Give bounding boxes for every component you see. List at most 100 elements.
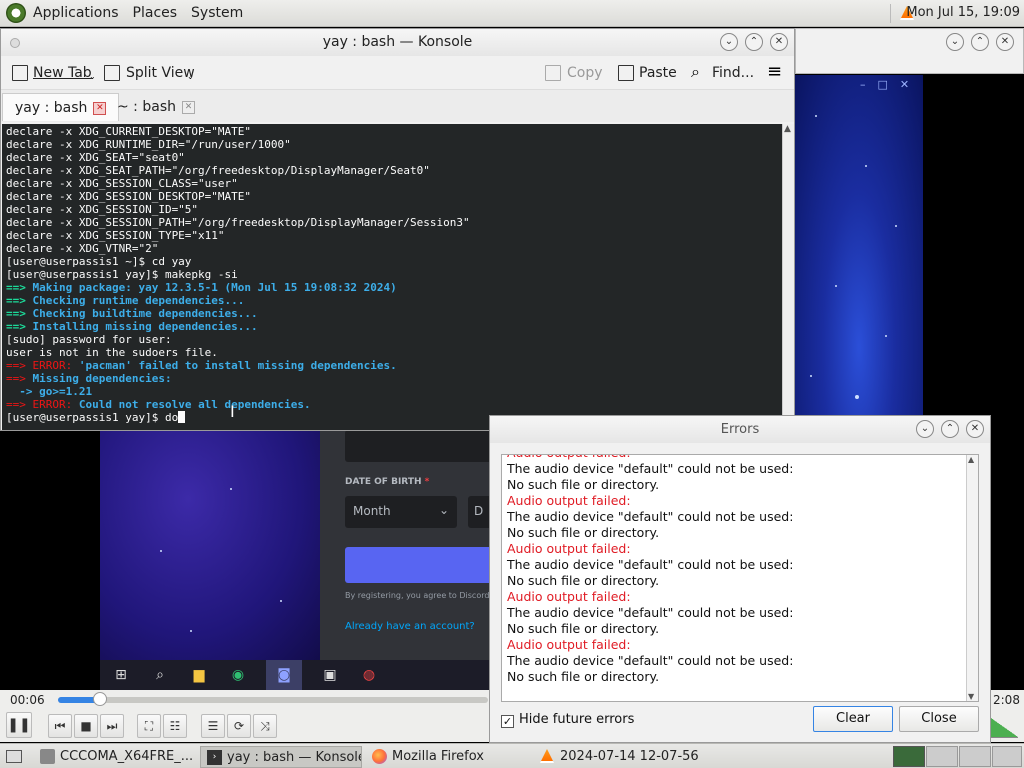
split-view-dropdown-icon[interactable]: ⌄ [187,72,194,81]
terminal-line: -> go>=1.21 [6,385,778,398]
terminal-prefix: ==> [6,307,26,320]
error-line: Audio output failed: [507,589,631,604]
terminal-line: declare -x XDG_SEAT="seat0" [6,151,778,164]
terminal-output[interactable]: declare -x XDG_CURRENT_DESKTOP="MATE" dec… [2,124,782,430]
copy-button[interactable]: Copy [567,65,603,81]
pause-button[interactable]: ❚❚ [6,712,32,738]
seek-handle[interactable] [93,692,107,706]
search-icon[interactable]: ⌕ [149,664,171,686]
menu-system[interactable]: System [184,5,250,21]
terminal-line: [sudo] password for user: [6,333,778,346]
continue-button[interactable] [345,547,495,583]
checkbox-checked-icon: ✓ [501,715,514,728]
dialog-title: Errors [720,422,760,437]
workspace-3[interactable] [959,746,991,767]
chevron-down-icon: ⌄ [438,503,449,517]
hide-future-errors-checkbox[interactable]: ✓ Hide future errors [501,712,634,728]
terminal-text: 'pacman' failed to install missing depen… [72,359,397,372]
maximize-icon[interactable]: ⌃ [941,420,959,438]
terminal-text: declare -x XDG_SESSION_TYPE="x11" [6,229,225,242]
tab-yay-bash[interactable]: yay : bash ✕ [2,93,120,121]
error-line: No such file or directory. [507,621,660,636]
seek-bar[interactable] [58,697,488,703]
error-line: No such file or directory. [507,477,660,492]
terminal-line: [user@userpassis1 ~]$ cd yay [6,255,778,268]
loop-button[interactable]: ⟳ [227,714,251,738]
taskbar-item-konsole[interactable]: › yay : bash — Konsole [200,746,362,768]
windows-start-icon[interactable]: ⊞ [110,664,132,686]
maximize-icon[interactable]: ⌃ [745,33,763,51]
find-button[interactable]: Find... [712,65,754,81]
panel-clock[interactable]: Mon Jul 15, 19:09 [906,5,1020,20]
error-line: Audio output failed: [507,493,631,508]
terminal-text: Missing dependencies: [25,372,172,385]
errors-titlebar[interactable]: Errors ⌄ ⌃ ✕ [490,416,990,443]
fullscreen-button[interactable]: ⛶ [137,714,161,738]
errors-list[interactable]: Audio output failed:The audio device "de… [501,454,979,702]
file-explorer-icon[interactable]: ▆ [188,664,210,686]
mate-logo-icon[interactable] [6,3,26,23]
error-line: Audio output failed: [507,541,631,556]
taskbar-item-files[interactable]: CCCOMA_X64FRE_... [34,746,196,768]
taskbar-item-firefox[interactable]: Mozilla Firefox [366,746,530,768]
folder-icon [40,749,55,764]
terminal-line: ==> Missing dependencies: [6,372,778,385]
month-select[interactable]: Month ⌄ [345,496,457,528]
maximize-icon[interactable]: ⌃ [971,33,989,51]
new-tab-dropdown-icon[interactable]: ⌄ [89,72,96,81]
split-view-button[interactable]: Split View [126,65,195,81]
konsole-titlebar[interactable]: yay : bash — Konsole ⌄ ⌃ ✕ [1,29,794,56]
new-tab-button[interactable]: New Tab [33,65,92,81]
shuffle-button[interactable]: ⤨ [253,714,277,738]
close-icon[interactable]: ✕ [966,420,984,438]
terminal-text: Making package: yay 12.3.5-1 (Mon Jul 15… [25,281,397,294]
errors-scrollbar[interactable]: ▲ ▼ [966,455,978,701]
taskbar-item-vlc[interactable]: 2024-07-14 12-07-56.... [534,746,698,768]
terminal-text: Checking runtime dependencies... [25,294,245,307]
workspace-4[interactable] [992,746,1022,767]
close-icon[interactable]: ✕ [996,33,1014,51]
total-time: 2:08 [993,693,1020,707]
volume-bar[interactable] [991,718,1018,738]
error-line: No such file or directory. [507,573,660,588]
terminal-line: ==> Checking buildtime dependencies... [6,307,778,320]
playlist-button[interactable]: ☰ [201,714,225,738]
stop-button[interactable]: ■ [74,714,98,738]
extended-settings-button[interactable]: ☷ [163,714,187,738]
terminal-text: declare -x XDG_RUNTIME_DIR="/run/user/10… [6,138,291,151]
clear-button[interactable]: Clear [813,706,893,732]
terminal-line: declare -x XDG_VTNR="2" [6,242,778,255]
minimize-icon[interactable]: ⌄ [916,420,934,438]
menu-places[interactable]: Places [126,5,185,21]
workspace-2[interactable] [926,746,958,767]
close-button[interactable]: Close [899,706,979,732]
show-desktop-icon[interactable] [6,750,22,763]
workspace-switcher[interactable] [893,746,925,767]
minimize-icon[interactable]: ⌄ [946,33,964,51]
terminal-cursor [178,411,186,423]
store-icon[interactable]: ▣ [319,664,341,686]
hamburger-menu-icon[interactable]: ≡ [767,61,782,82]
tab-close-icon[interactable]: ✕ [181,100,195,114]
terminal-line: ==> Making package: yay 12.3.5-1 (Mon Ju… [6,281,778,294]
next-button[interactable]: ⏭ [100,714,124,738]
terminal-text: [user@userpassis1 ~]$ cd yay [6,255,192,268]
window-menu-icon[interactable] [10,38,20,48]
edge-icon[interactable]: ◉ [227,664,249,686]
paste-button[interactable]: Paste [639,65,677,81]
terminal-text: declare -x XDG_SESSION_DESKTOP="MATE" [6,190,252,203]
login-link[interactable]: Already have an account? [345,621,475,632]
terminal-scrollbar[interactable]: ▲ ▼ [782,124,794,430]
minimize-icon[interactable]: ⌄ [720,33,738,51]
panel-separator [890,4,891,23]
discord-icon[interactable]: ◙ [266,660,302,690]
terminal-line: declare -x XDG_SESSION_CLASS="user" [6,177,778,190]
tab-home-bash[interactable]: ~ : bash ✕ [105,93,207,121]
tab-label: ~ : bash [117,99,176,115]
previous-button[interactable]: ⏮ [48,714,72,738]
menu-applications[interactable]: Applications [26,5,126,21]
password-field[interactable] [345,430,495,462]
close-icon[interactable]: ✕ [770,33,788,51]
terminal-line: [user@userpassis1 yay]$ makepkg -si [6,268,778,281]
chrome-icon[interactable]: ◍ [358,664,380,686]
